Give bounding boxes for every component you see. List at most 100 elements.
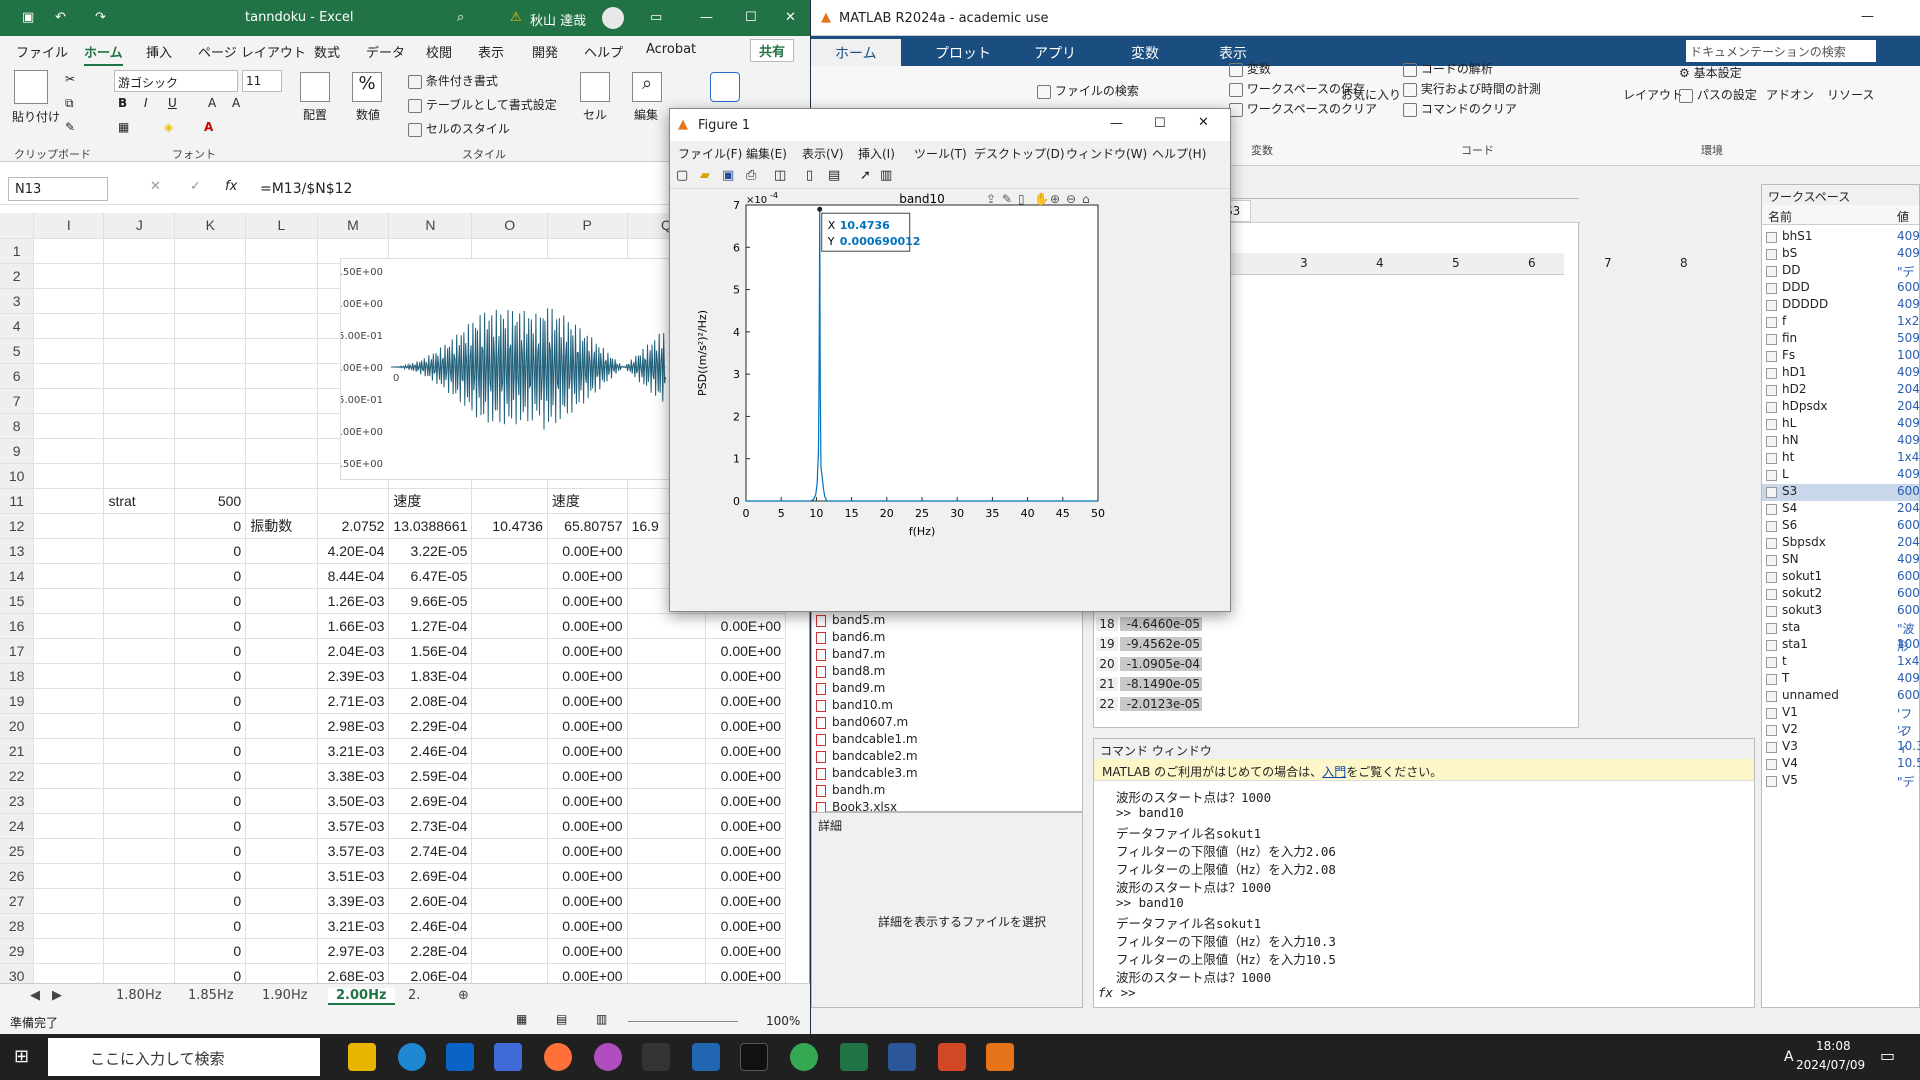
cell[interactable]: 9.66E-05	[388, 588, 473, 614]
cell[interactable]: 0	[174, 863, 247, 889]
cell[interactable]: 2.68E-03	[317, 963, 390, 983]
table-format-button[interactable]: テーブルとして書式設定	[408, 96, 557, 113]
row-header[interactable]: 4	[0, 313, 35, 339]
figure-menu-item[interactable]: デスクトップ(D)	[974, 145, 1065, 162]
row-header[interactable]: 17	[0, 638, 35, 664]
cell[interactable]	[471, 813, 548, 839]
zoom-out-icon[interactable]: ⊖	[1066, 192, 1076, 206]
cell[interactable]	[627, 938, 707, 964]
cell[interactable]	[627, 888, 707, 914]
pointer-icon[interactable]: ➚	[860, 168, 871, 183]
row-header[interactable]: 14	[0, 563, 35, 589]
link-plot-icon[interactable]: ◫	[774, 168, 786, 183]
plot-axes[interactable]	[745, 204, 1099, 502]
ribbon-display-icon[interactable]: ▭	[650, 10, 662, 25]
avatar[interactable]	[602, 7, 624, 29]
cell[interactable]: 速度	[547, 488, 628, 514]
bold-button[interactable]: B	[118, 96, 127, 110]
workspace-item[interactable]: T 4096	[1762, 671, 1920, 688]
cell[interactable]: 0	[174, 713, 247, 739]
var-col-header[interactable]: 4	[1376, 256, 1384, 270]
cell[interactable]	[33, 263, 105, 289]
cell[interactable]	[627, 913, 707, 939]
current-folder-panel[interactable]: band5.m band6.m band7.m band8.m band9.m band1…	[811, 600, 1083, 814]
cell[interactable]	[627, 688, 707, 714]
cell[interactable]: 0.00E+00	[705, 888, 786, 914]
cell[interactable]: 3.50E-03	[317, 788, 390, 814]
cell[interactable]	[33, 738, 105, 764]
tab-data[interactable]: データ	[366, 42, 405, 61]
cell[interactable]	[471, 713, 548, 739]
minimize-icon[interactable]: —	[700, 10, 713, 25]
cell[interactable]	[33, 913, 105, 939]
tab-developer[interactable]: 開発	[532, 42, 558, 61]
cell[interactable]: 0	[174, 563, 247, 589]
cell[interactable]: 0.00E+00	[547, 838, 628, 864]
cell[interactable]	[245, 938, 318, 964]
row-header[interactable]: 23	[0, 788, 35, 814]
workspace-item[interactable]: sta "波形	[1762, 620, 1919, 653]
cell[interactable]: 0.00E+00	[705, 913, 786, 939]
run-time-button[interactable]: 実行および時間の計測	[1403, 80, 1541, 97]
cell[interactable]: 8.44E-04	[317, 563, 390, 589]
workspace-item[interactable]: S4 2049	[1762, 501, 1920, 518]
cancel-icon[interactable]: ✕	[150, 179, 161, 194]
cell[interactable]	[33, 413, 105, 439]
figure-menu-item[interactable]: ヘルプ(H)	[1152, 145, 1206, 162]
export-icon[interactable]: ⇪	[986, 192, 996, 206]
cell[interactable]	[245, 238, 318, 264]
cell[interactable]	[103, 913, 176, 939]
cell[interactable]	[627, 638, 707, 664]
italic-button[interactable]: I	[144, 96, 148, 110]
cell[interactable]	[245, 388, 318, 414]
font-shrink-icon[interactable]: A	[232, 96, 240, 110]
cell[interactable]	[245, 788, 318, 814]
cell[interactable]	[33, 238, 105, 264]
workspace-item[interactable]: ht 1x40	[1762, 450, 1920, 467]
cell[interactable]	[103, 463, 176, 489]
row-header[interactable]: 13	[0, 538, 35, 564]
cell[interactable]	[33, 888, 105, 914]
cell[interactable]: 0	[174, 688, 247, 714]
cell[interactable]: 0	[174, 938, 247, 964]
workspace-item[interactable]: S6 6005	[1762, 518, 1920, 535]
cell[interactable]	[245, 463, 318, 489]
cell[interactable]	[245, 363, 318, 389]
var-col-header[interactable]: 7	[1604, 256, 1612, 270]
cell[interactable]	[33, 713, 105, 739]
powerpoint-app-icon[interactable]	[938, 1043, 966, 1071]
cell[interactable]	[103, 288, 176, 314]
cell[interactable]: 13.0388661	[388, 513, 473, 539]
firefox-icon[interactable]	[544, 1043, 572, 1071]
cell[interactable]: 0.00E+00	[547, 938, 628, 964]
property-editor-icon[interactable]: ▥	[880, 168, 892, 183]
cell[interactable]: 0.00E+00	[705, 813, 786, 839]
command-window[interactable]: コマンド ウィンドウ MATLAB のご利用がはじめての場合は、入門をご覧くださ…	[1093, 738, 1755, 1008]
cell[interactable]: 2.69E-04	[388, 788, 473, 814]
tab-apps[interactable]: アプリ	[1034, 43, 1076, 63]
workspace-item[interactable]: L 4096	[1762, 467, 1920, 484]
cell[interactable]	[33, 363, 105, 389]
cell[interactable]	[103, 688, 176, 714]
ws-col-value[interactable]: 値	[1897, 208, 1909, 225]
row-header[interactable]: 21	[0, 738, 35, 764]
cell[interactable]	[174, 388, 247, 414]
cell[interactable]: 1.66E-03	[317, 613, 390, 639]
analyze-code-button[interactable]: コードの解析	[1403, 60, 1493, 77]
terminal-icon[interactable]	[642, 1043, 670, 1071]
figure-menu-item[interactable]: 編集(E)	[746, 145, 787, 162]
cell[interactable]	[33, 588, 105, 614]
sheet-tab[interactable]: 2.	[408, 988, 420, 1003]
cell[interactable]	[627, 863, 707, 889]
cell-style-button[interactable]: セルのスタイル	[408, 120, 510, 137]
cell[interactable]: 0	[174, 613, 247, 639]
cell[interactable]: 0.00E+00	[547, 963, 628, 983]
row-header[interactable]: 18	[0, 663, 35, 689]
clipboard-icon[interactable]	[14, 70, 48, 104]
doc-search-input[interactable]: ドキュメンテーションの検索	[1686, 40, 1876, 62]
workspace-item[interactable]: sokut1 6005	[1762, 569, 1920, 586]
cell[interactable]	[317, 488, 390, 514]
cell[interactable]: 0.00E+00	[547, 788, 628, 814]
cell[interactable]: 0.00E+00	[547, 688, 628, 714]
cell[interactable]	[33, 938, 105, 964]
